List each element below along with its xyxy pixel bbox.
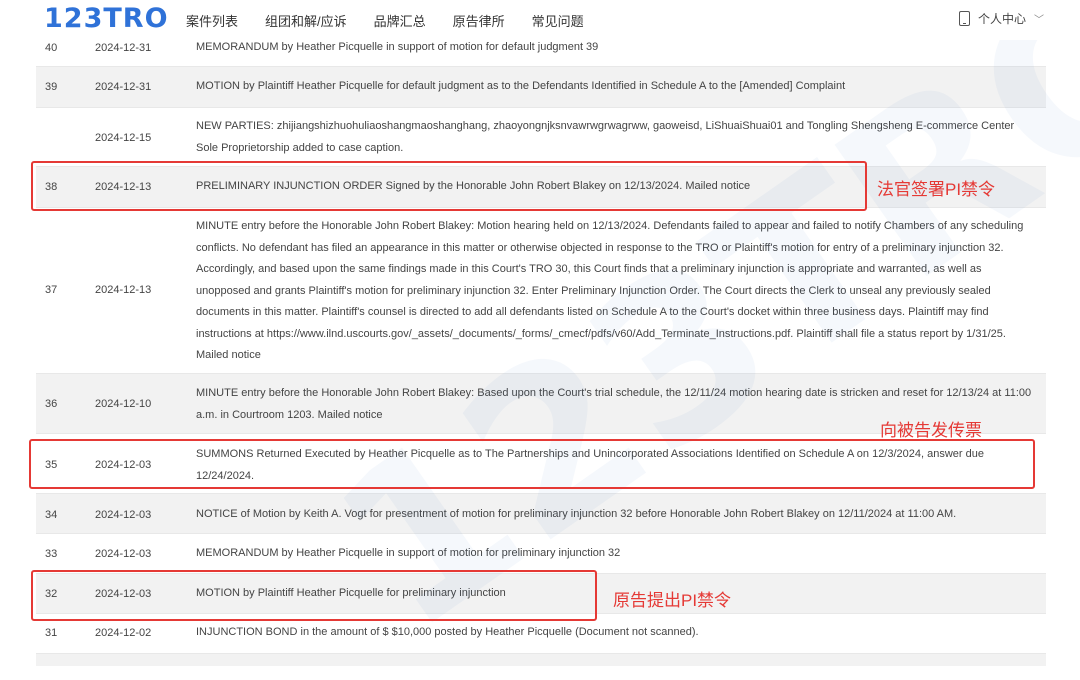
- table-row: [36, 654, 1046, 666]
- entry-date: 2024-12-31: [95, 42, 152, 54]
- entry-description: INJUNCTION BOND in the amount of $ $10,0…: [196, 626, 699, 638]
- entry-description: MEMORANDUM by Heather Picquelle in suppo…: [196, 41, 599, 53]
- table-row: 34 2024-12-03 NOTICE of Motion by Keith …: [36, 494, 1046, 534]
- top-navigation-bar: 123TRO 案件列表 组团和解/应诉 品牌汇总 原告律所 常见问题 个人中心 …: [0, 0, 1080, 40]
- entry-description: MINUTE entry before the Honorable John R…: [196, 220, 1024, 361]
- entry-description: MEMORANDUM by Heather Picquelle in suppo…: [196, 547, 621, 559]
- annotation-summons: 向被告发传票: [880, 421, 982, 440]
- entry-date: 2024-12-15: [95, 132, 152, 144]
- entry-date: 2024-12-03: [95, 548, 152, 560]
- table-row: 2024-12-15 NEW PARTIES: zhijiangshizhuoh…: [36, 108, 1046, 167]
- nav-faq[interactable]: 常见问题: [532, 11, 584, 30]
- table-row: 39 2024-12-31 MOTION by Plaintiff Heathe…: [36, 67, 1046, 108]
- annotation-plaintiff-pi-motion: 原告提出PI禁令: [613, 591, 732, 610]
- table-row: 33 2024-12-03 MEMORANDUM by Heather Picq…: [36, 534, 1046, 574]
- entry-date: 2024-12-31: [95, 81, 152, 93]
- entry-number: 36: [45, 398, 58, 410]
- entry-number: 31: [45, 627, 58, 639]
- nav-case-list[interactable]: 案件列表: [186, 11, 238, 30]
- site-logo[interactable]: 123TRO: [44, 3, 169, 34]
- entry-number: 39: [45, 81, 58, 93]
- entry-number: 34: [45, 509, 58, 521]
- phone-icon: [958, 11, 970, 26]
- annotation-judge-signed-pi: 法官签署PI禁令: [877, 180, 996, 199]
- nav-plaintiff-law-firms[interactable]: 原告律所: [453, 11, 505, 30]
- nav-brand-summary[interactable]: 品牌汇总: [374, 11, 426, 30]
- highlight-box-pi-order: [31, 161, 867, 211]
- table-row: 37 2024-12-13 MINUTE entry before the Ho…: [36, 208, 1046, 374]
- chevron-down-icon: ﹀: [1034, 15, 1044, 26]
- entry-date: 2024-12-02: [95, 627, 152, 639]
- nav-group-settlement[interactable]: 组团和解/应诉: [265, 11, 347, 30]
- entry-number: 40: [45, 42, 58, 54]
- entry-date: 2024-12-13: [95, 284, 152, 296]
- highlight-box-summons: [29, 439, 1035, 489]
- user-center-menu[interactable]: 个人中心 ﹀: [958, 10, 1044, 27]
- highlight-box-pi-motion: [31, 570, 597, 621]
- entry-date: 2024-12-10: [95, 398, 152, 410]
- entry-date: 2024-12-03: [95, 509, 152, 521]
- main-nav: 案件列表 组团和解/应诉 品牌汇总 原告律所 常见问题: [186, 11, 611, 30]
- entry-number: 37: [45, 284, 58, 296]
- entry-description: MOTION by Plaintiff Heather Picquelle fo…: [196, 80, 846, 92]
- entry-description: NOTICE of Motion by Keith A. Vogt for pr…: [196, 508, 957, 520]
- entry-number: 33: [45, 548, 58, 560]
- entry-description: NEW PARTIES: zhijiangshizhuohuliaoshangm…: [196, 120, 1015, 154]
- user-center-label: 个人中心: [977, 12, 1026, 26]
